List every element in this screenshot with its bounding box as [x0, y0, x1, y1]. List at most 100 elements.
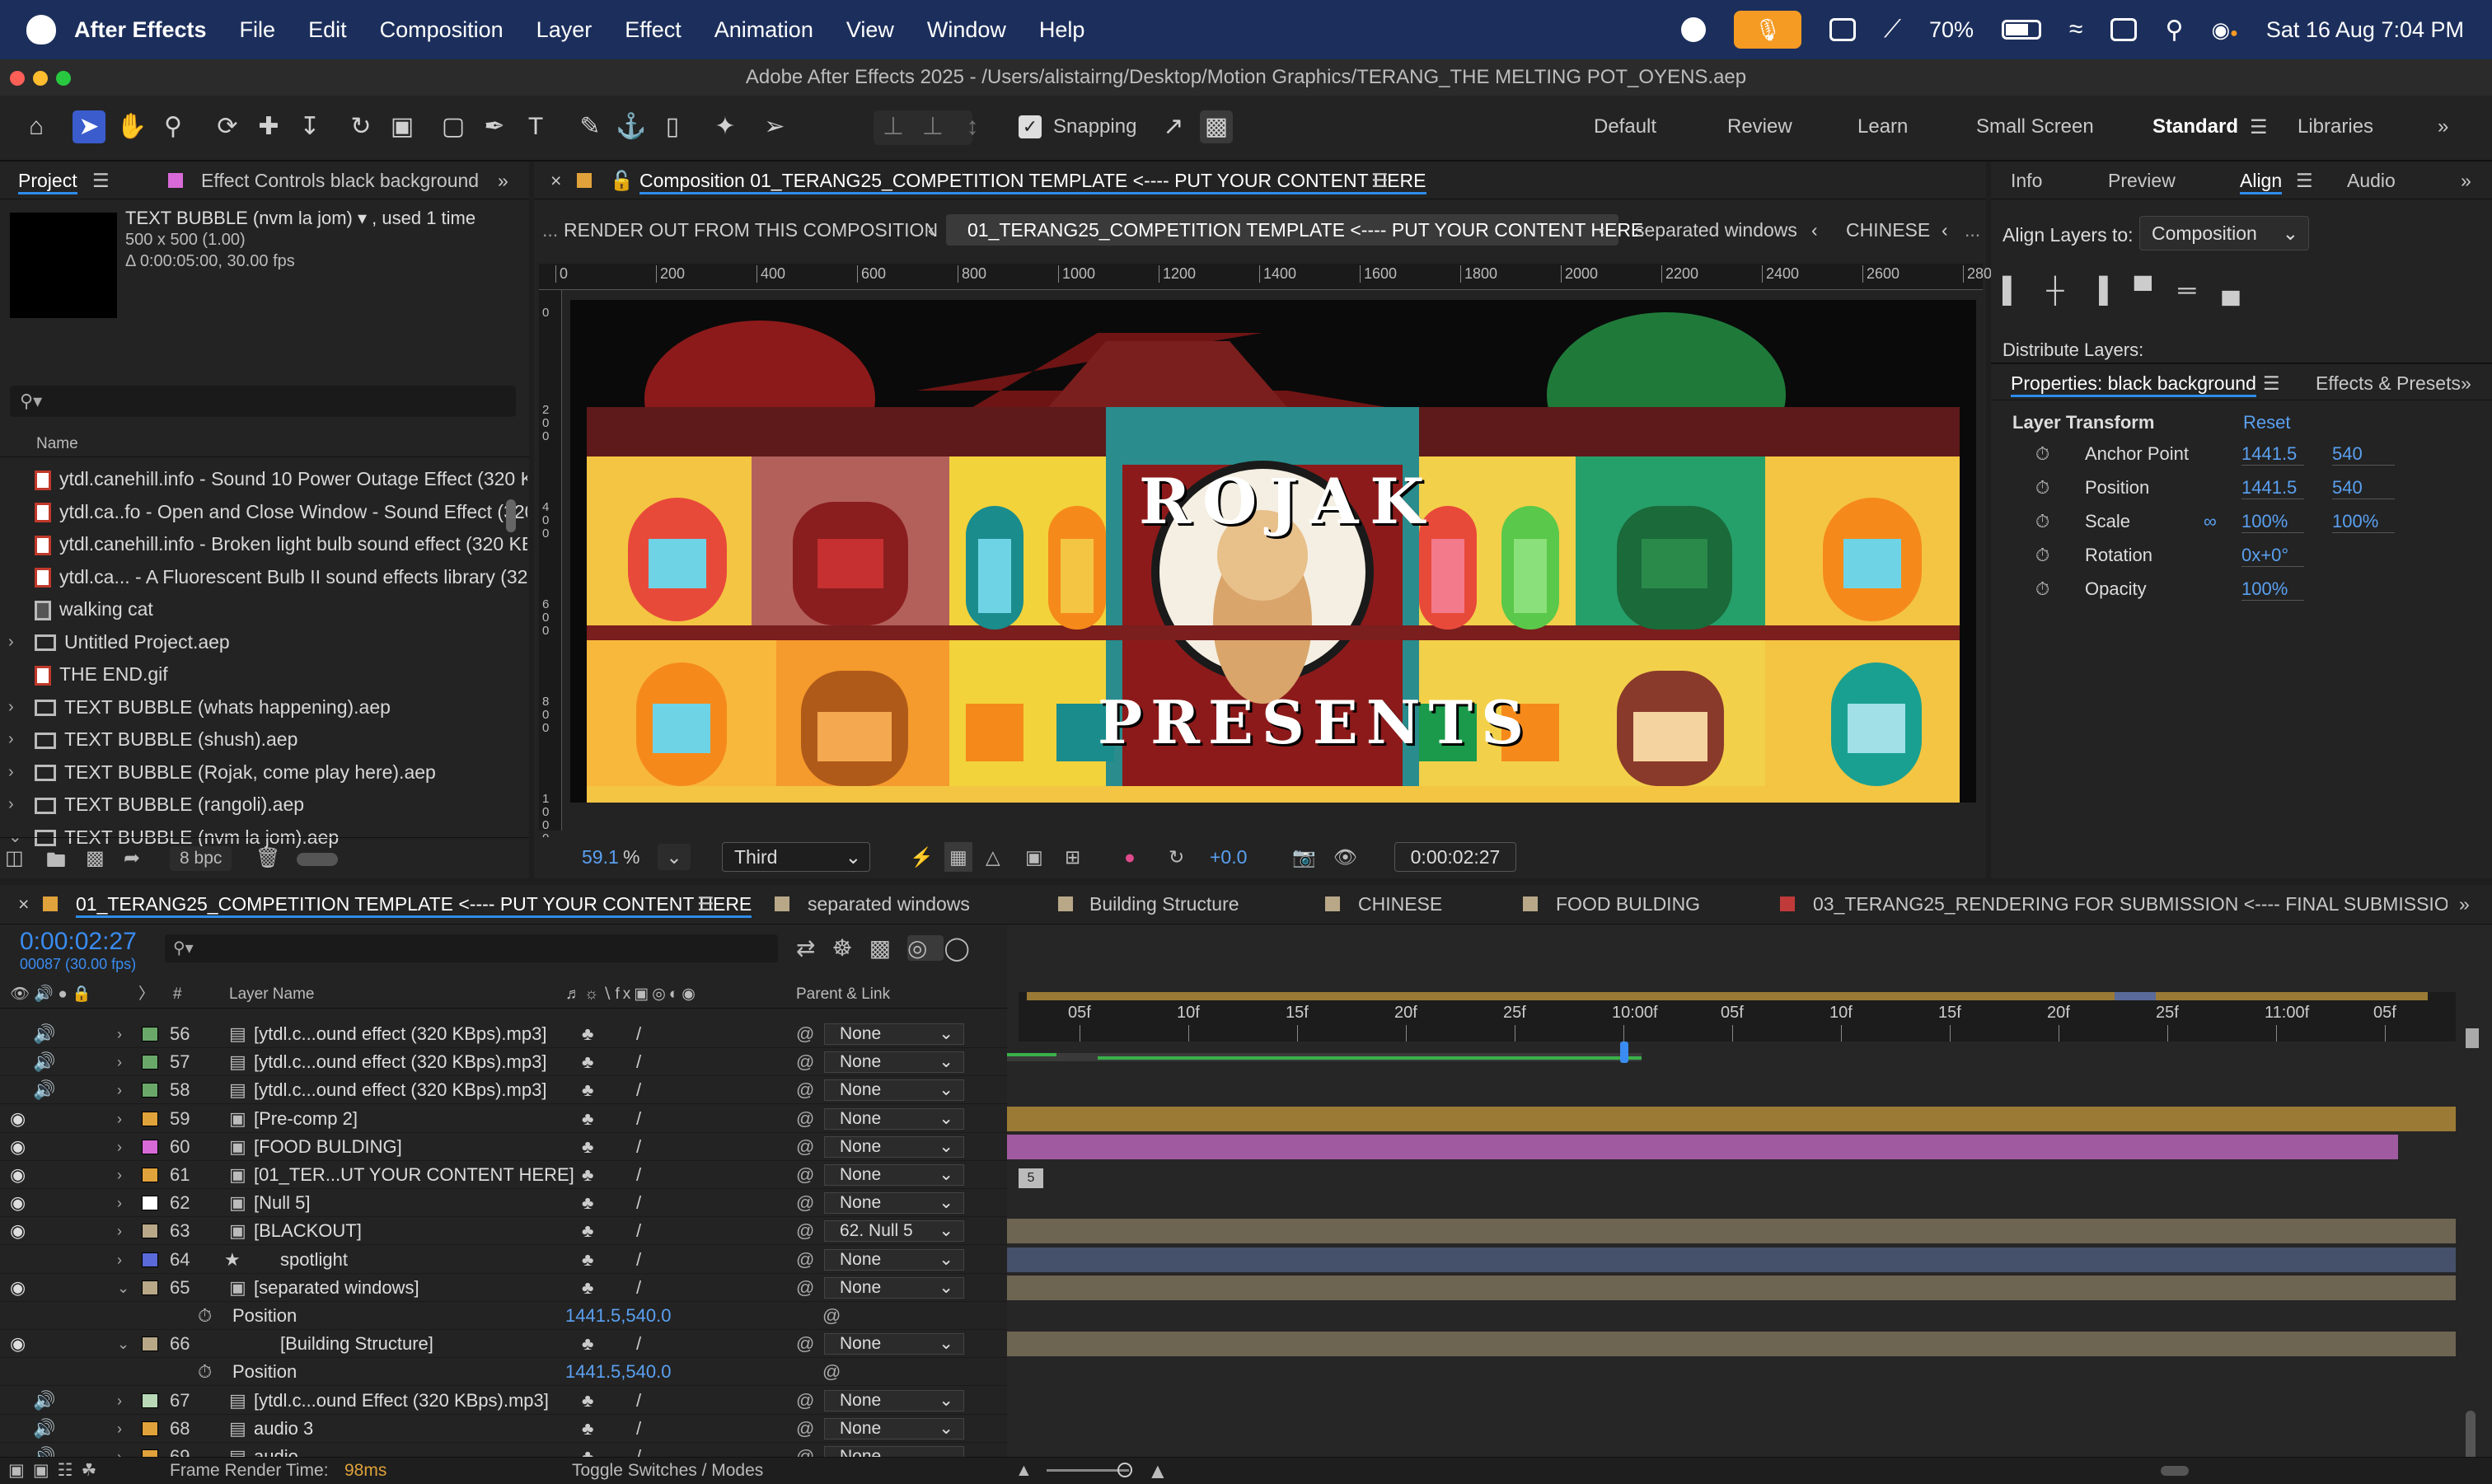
app-menu[interactable]: After Effects: [74, 17, 207, 43]
view-dropdown[interactable]: Third ⌄: [722, 842, 870, 872]
eye-icon[interactable]: ◉: [10, 1133, 26, 1161]
flowchart-icon[interactable]: ➦: [124, 846, 140, 870]
zoom-in-icon[interactable]: ▲: [1147, 1458, 1169, 1484]
label-color[interactable]: [142, 1449, 158, 1457]
grid-guides-icon[interactable]: ⊞: [1065, 837, 1080, 877]
graph-editor-icon[interactable]: ◯: [944, 935, 986, 961]
twirl-icon[interactable]: ›: [117, 1133, 122, 1161]
stopwatch-icon[interactable]: ⏱: [2035, 545, 2049, 566]
align-bottom-icon[interactable]: ▄: [2222, 277, 2265, 304]
channel-icon[interactable]: ●: [1124, 837, 1136, 877]
project-item[interactable]: › TEXT BUBBLE (Rojak, come play here).aep: [0, 756, 527, 788]
local-axis-icon[interactable]: ⊥: [877, 110, 910, 143]
label-color[interactable]: [142, 1055, 158, 1070]
timeline-tab-separated-windows[interactable]: separated windows: [808, 885, 970, 923]
twirl-icon[interactable]: ⌄: [117, 1274, 129, 1302]
more-workspaces-icon[interactable]: »: [2438, 115, 2448, 138]
rectangle-tool-icon[interactable]: ▢: [437, 110, 470, 143]
menu-effect[interactable]: Effect: [625, 17, 682, 43]
quality-switch-icon[interactable]: /: [636, 1048, 641, 1076]
property-value-1[interactable]: 100%: [2241, 578, 2304, 601]
shy-switch-icon[interactable]: ♣: [582, 1133, 593, 1161]
layer-name[interactable]: [01_TER...UT YOUR CONTENT HERE]: [254, 1161, 574, 1189]
show-snapshot-icon[interactable]: 👁: [1333, 837, 1357, 877]
type-tool-icon[interactable]: T: [519, 110, 552, 143]
speaker-icon[interactable]: 🔊: [33, 1020, 55, 1048]
zoom-tool-icon[interactable]: ⚲: [157, 110, 190, 143]
menu-composition[interactable]: Composition: [380, 17, 504, 43]
twirl-icon[interactable]: ›: [117, 1443, 122, 1457]
speaker-icon[interactable]: 🔊: [33, 1443, 55, 1457]
timeline-menu-icon[interactable]: ☰: [697, 885, 714, 923]
label-color[interactable]: [142, 1111, 158, 1126]
menu-window[interactable]: Window: [927, 17, 1006, 43]
menu-edit[interactable]: Edit: [308, 17, 347, 43]
timeline-tab-rendering[interactable]: 03_TERANG25_RENDERING FOR SUBMISSION <--…: [1813, 885, 2448, 923]
timeline-tab-template[interactable]: 01_TERANG25_COMPETITION TEMPLATE <---- P…: [76, 885, 752, 923]
layer-duration-bar[interactable]: [1007, 1106, 2456, 1131]
layer-row[interactable]: 🔊 › 57 [ytdl.c...ound effect (320 KBps).mp3…: [0, 1048, 1007, 1077]
parent-link-header[interactable]: Parent & Link: [796, 981, 890, 1009]
shy-switch-icon[interactable]: ♣: [582, 1076, 593, 1104]
slash-icon[interactable]: ⟋: [1884, 16, 1901, 44]
layer-row[interactable]: 🔊 › 58 [ytdl.c...ound effect (320 KBps).mp3…: [0, 1076, 1007, 1105]
comp-timecode[interactable]: 0:00:02:27: [1394, 842, 1516, 872]
exposure-value[interactable]: +0.0: [1210, 837, 1247, 877]
quality-switch-icon[interactable]: /: [636, 1246, 641, 1274]
stopwatch-icon[interactable]: ⏱: [2035, 443, 2049, 465]
label-color[interactable]: [142, 1252, 158, 1267]
parent-dropdown[interactable]: None ⌄: [824, 1389, 964, 1411]
layer-name[interactable]: [Pre-comp 2]: [254, 1105, 358, 1133]
parent-dropdown[interactable]: None ⌄: [824, 1051, 964, 1074]
twirl-icon[interactable]: ›: [117, 1076, 122, 1104]
layer-row[interactable]: ◉ › 62 [Null 5] ▣ ♣ / @ None ⌄: [0, 1189, 1007, 1218]
tab-align[interactable]: Align: [2240, 162, 2283, 199]
project-item[interactable]: ytdl.canehill.info - Sound 10 Power Outa…: [0, 463, 527, 494]
parent-dropdown[interactable]: None ⌄: [824, 1135, 964, 1158]
parent-pickwhip-icon[interactable]: @: [796, 1133, 814, 1161]
timeline-tab-food-bulding[interactable]: FOOD BULDING: [1556, 885, 1700, 923]
align-right-icon[interactable]: ▐: [2091, 277, 2134, 304]
project-item[interactable]: › TEXT BUBBLE (whats happening).aep: [0, 691, 527, 723]
speaker-icon[interactable]: 🔊: [33, 1415, 55, 1443]
stopwatch-icon[interactable]: ⏱: [2035, 511, 2049, 532]
rotation-tool-icon[interactable]: ↻: [344, 110, 377, 143]
collapsed-twirl-icon[interactable]: ›: [8, 756, 14, 788]
twirl-icon[interactable]: ›: [117, 1217, 122, 1245]
twirl-icon[interactable]: ›: [117, 1387, 122, 1415]
quality-switch-icon[interactable]: /: [636, 1161, 641, 1189]
av-switches-header-icon[interactable]: 👁 🔊 ● 🔒: [10, 981, 91, 1009]
workspace-learn[interactable]: Learn: [1857, 115, 1908, 138]
more-panels-icon[interactable]: »: [2461, 364, 2471, 402]
parent-dropdown[interactable]: None ⌄: [824, 1164, 964, 1186]
eye-icon[interactable]: ◉: [10, 1105, 26, 1133]
shy-switch-icon[interactable]: ♣: [582, 1246, 593, 1274]
toggle-switches-modes[interactable]: Toggle Switches / Modes: [572, 1458, 763, 1484]
orbit-camera-icon[interactable]: ⟳: [211, 110, 244, 143]
clock[interactable]: Sat 16 Aug 7:04 PM: [2266, 17, 2464, 43]
control-center-icon[interactable]: ◉●: [2211, 17, 2237, 43]
layer-duration-bar[interactable]: [1007, 1134, 2398, 1159]
label-color[interactable]: [142, 1393, 158, 1408]
expression-spiral-icon[interactable]: @: [822, 1302, 841, 1330]
shy-switch-icon[interactable]: ♣: [582, 1415, 593, 1443]
tab-audio[interactable]: Audio: [2347, 162, 2396, 199]
twirl-icon[interactable]: ›: [117, 1189, 122, 1217]
tab-preview[interactable]: Preview: [2108, 162, 2176, 199]
layer-name[interactable]: [separated windows]: [254, 1274, 419, 1302]
parent-dropdown[interactable]: None ⌄: [824, 1023, 964, 1045]
stopwatch-icon[interactable]: ⏱: [198, 1302, 212, 1330]
properties-menu-icon[interactable]: ☰: [2263, 364, 2280, 402]
quality-switch-icon[interactable]: /: [636, 1330, 641, 1358]
layer-name[interactable]: audio: [254, 1443, 298, 1457]
interpret-footage-icon[interactable]: ◫: [5, 846, 24, 870]
workspace-default[interactable]: Default: [1594, 115, 1656, 138]
reset-exposure-icon[interactable]: ↻: [1169, 837, 1184, 877]
layer-duration-bar[interactable]: [1007, 1219, 2456, 1244]
layer-name[interactable]: [FOOD BULDING]: [254, 1133, 402, 1161]
tab-info[interactable]: Info: [2011, 162, 2042, 199]
label-header-icon[interactable]: 〉: [138, 981, 154, 1009]
close-window-button[interactable]: [10, 71, 25, 86]
focus-icon[interactable]: [1680, 17, 1706, 42]
parent-dropdown[interactable]: None ⌄: [824, 1107, 964, 1130]
